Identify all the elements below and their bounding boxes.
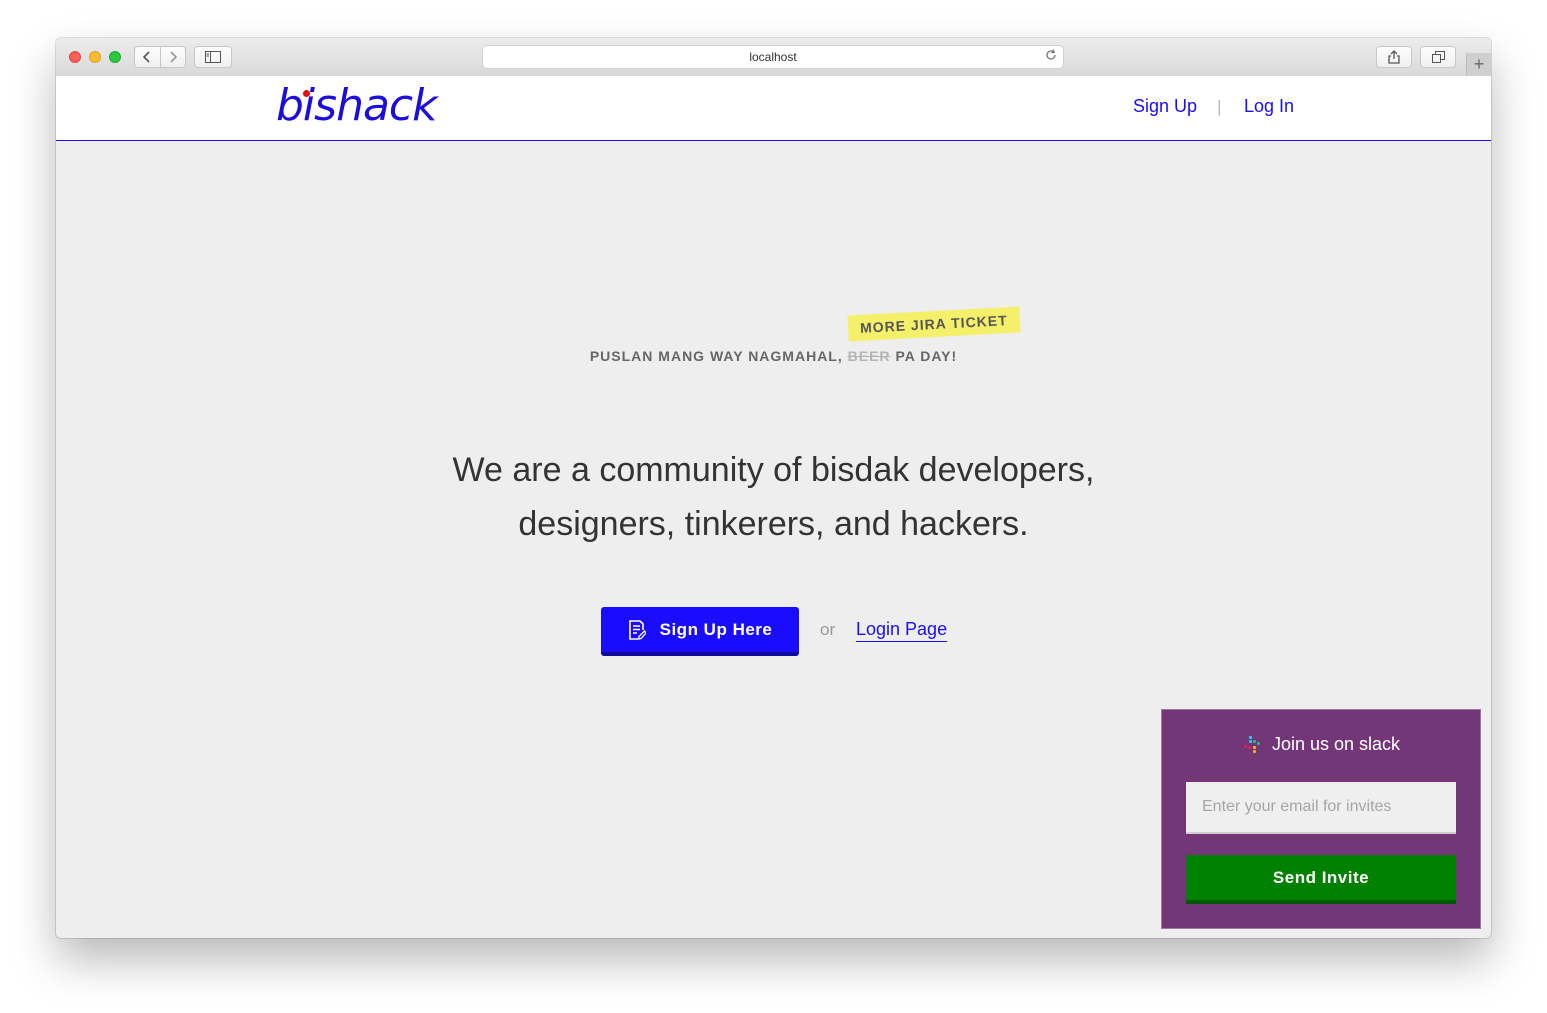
- slack-title-text: Join us on slack: [1271, 734, 1401, 754]
- close-window-button[interactable]: [69, 51, 81, 63]
- slack-email-input[interactable]: [1186, 782, 1456, 834]
- site-logo[interactable]: bishack: [276, 80, 438, 131]
- new-tab-button[interactable]: +: [1466, 53, 1491, 76]
- headline-line-1: We are a community of bisdak developers,: [452, 451, 1095, 489]
- address-text: localhost: [749, 50, 797, 64]
- document-edit-icon: [628, 619, 646, 640]
- address-bar[interactable]: localhost: [482, 45, 1064, 69]
- chevron-left-icon: [143, 51, 150, 63]
- slack-invite-panel: Join us on slack Send Invite: [1161, 709, 1481, 929]
- login-page-link[interactable]: Login Page: [856, 619, 948, 642]
- nav-signup-link[interactable]: Sign Up: [1133, 96, 1197, 117]
- headline-line-2: designers, tinkerers, and hackers.: [518, 505, 1029, 543]
- back-button[interactable]: [135, 47, 161, 67]
- signup-here-button[interactable]: Sign Up Here: [601, 607, 799, 656]
- browser-titlebar: localhost +: [56, 38, 1491, 77]
- jira-sticker: MORE JIRA TICKET: [847, 306, 1021, 342]
- sidebar-toggle-button[interactable]: [194, 46, 232, 68]
- maximize-window-button[interactable]: [109, 51, 121, 63]
- tagline-suffix: PA DAY!: [895, 348, 958, 364]
- share-button[interactable]: [1376, 46, 1412, 68]
- show-tabs-button[interactable]: [1420, 46, 1456, 68]
- site-header: bishack Sign Up | Log In: [56, 76, 1491, 141]
- signup-here-label: Sign Up Here: [659, 619, 773, 639]
- nav-login-link[interactable]: Log In: [1244, 96, 1294, 117]
- sidebar-icon: [205, 51, 221, 63]
- tagline-struck-word: BEER: [847, 348, 891, 364]
- minimize-window-button[interactable]: [89, 51, 101, 63]
- slack-icon: [1243, 735, 1260, 753]
- hero-headline: We are a community of bisdak developers,…: [56, 443, 1491, 551]
- browser-window: localhost + bishack Sign Up | Log In PUS…: [56, 38, 1491, 938]
- send-invite-button[interactable]: Send Invite: [1186, 855, 1456, 904]
- slack-title: Join us on slack: [1162, 734, 1480, 755]
- logo-dot: [303, 90, 310, 97]
- reload-icon[interactable]: [1045, 46, 1057, 68]
- tagline-prefix: PUSLAN MANG WAY NAGMAHAL,: [589, 348, 843, 364]
- tabs-icon: [1431, 51, 1445, 63]
- forward-button[interactable]: [161, 47, 186, 67]
- hero-tagline: PUSLAN MANG WAY NAGMAHAL, BEER PA DAY!: [56, 348, 1491, 364]
- nav-separator: |: [1217, 97, 1222, 116]
- or-text: or: [820, 620, 836, 639]
- chevron-right-icon: [170, 51, 177, 63]
- share-icon: [1388, 50, 1400, 64]
- history-nav-group: [134, 46, 186, 68]
